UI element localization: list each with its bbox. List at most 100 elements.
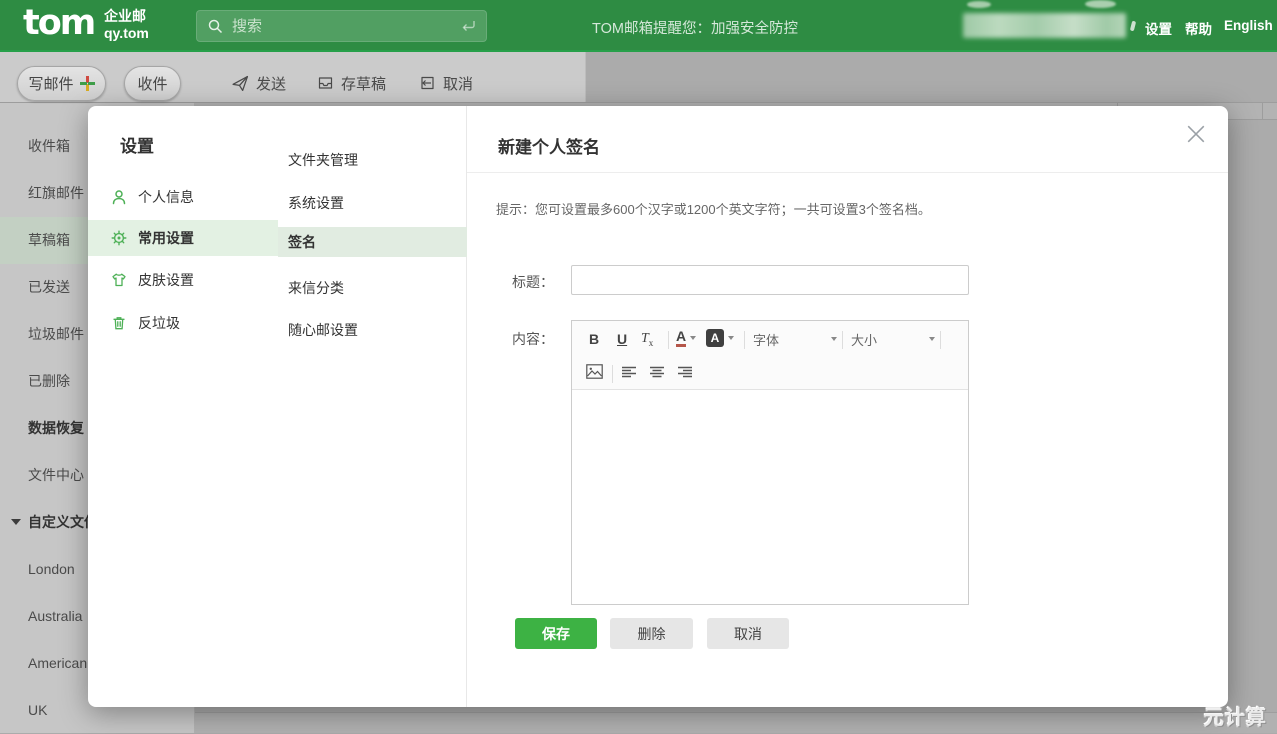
menu-item-personal-info[interactable]: 个人信息 (88, 179, 278, 215)
menu-label: 反垃圾 (138, 313, 180, 333)
tom-logo[interactable]: tom (23, 3, 94, 43)
font-size-value: 大小 (851, 330, 877, 349)
title-field-label: 标题： (512, 272, 572, 292)
align-center-button[interactable] (650, 366, 664, 384)
redaction-artifact (967, 1, 991, 8)
trash-icon (111, 315, 127, 331)
topbar: tom 企业邮 qy.tom TOM邮箱提醒您：加强安全防控 设置 帮助 Eng… (0, 0, 1277, 52)
collapse-triangle-icon (11, 519, 21, 525)
send-label: 发送 (256, 73, 286, 94)
dialog-title: 新建个人签名 (498, 133, 600, 158)
paper-plane-icon (231, 75, 249, 92)
topbar-language-link[interactable]: English (1224, 18, 1273, 33)
account-redacted (963, 13, 1126, 38)
image-icon (586, 364, 603, 379)
clear-format-button[interactable]: Tx (641, 329, 653, 353)
submenu-item-suixin-mail[interactable]: 随心邮设置 (278, 315, 467, 345)
font-family-dropdown[interactable]: 字体 (753, 329, 837, 349)
toolbar-separator (668, 331, 669, 349)
align-left-icon (622, 366, 636, 379)
search-input[interactable] (232, 18, 460, 35)
submenu-item-signature[interactable]: 签名 (278, 227, 467, 257)
bold-button[interactable]: B (589, 329, 599, 349)
send-button[interactable]: 发送 (231, 68, 286, 98)
redaction-artifact (1085, 0, 1116, 8)
title-divider (467, 172, 1228, 173)
brand-text: 企业邮 qy.tom (104, 8, 149, 42)
cancel-compose-button[interactable]: 取消 (419, 68, 473, 98)
topbar-help-link[interactable]: 帮助 (1185, 18, 1212, 38)
underline-button[interactable]: U (617, 329, 627, 349)
notice-text: TOM邮箱提醒您：加强安全防控 (592, 17, 798, 38)
chevron-down-icon (831, 337, 837, 341)
submenu-item-system-settings[interactable]: 系统设置 (278, 188, 467, 218)
menu-item-anti-spam[interactable]: 反垃圾 (88, 305, 278, 341)
menu-item-general-settings[interactable]: 常用设置 (88, 220, 278, 256)
screen: tom 企业邮 qy.tom TOM邮箱提醒您：加强安全防控 设置 帮助 Eng… (0, 0, 1277, 733)
font-color-letter: A (676, 329, 686, 347)
compose-button[interactable]: 写邮件 (17, 66, 106, 101)
content-field-label: 内容： (512, 329, 572, 349)
settings-title: 设置 (120, 132, 154, 157)
save-draft-label: 存草稿 (341, 73, 386, 94)
search-box[interactable] (196, 10, 487, 42)
chevron-down-icon (929, 337, 935, 341)
font-family-value: 字体 (753, 330, 779, 349)
watermark: 元计算 (1204, 701, 1267, 730)
topbar-settings-link[interactable]: 设置 (1145, 18, 1172, 38)
align-center-icon (650, 366, 664, 379)
receive-label: 收件 (137, 73, 167, 94)
signature-panel: 新建个人签名 提示：您可设置最多600个汉字或1200个英文字符；一共可设置3个… (467, 106, 1228, 707)
search-icon (207, 18, 223, 34)
toolbar-separator (842, 331, 843, 349)
submenu-item-mail-sorting[interactable]: 来信分类 (278, 273, 467, 303)
submenu-item-folder-management[interactable]: 文件夹管理 (278, 145, 467, 175)
toolbar-separator (612, 365, 613, 383)
rich-text-editor: B U Tx A A 字体 大小 (571, 320, 969, 605)
menu-label: 常用设置 (138, 228, 194, 248)
highlight-color-letter: A (706, 329, 724, 347)
settings-submenu-column: 文件夹管理 系统设置 签名 来信分类 随心邮设置 (278, 106, 467, 707)
save-draft-button[interactable]: 存草稿 (317, 68, 386, 98)
cancel-compose-label: 取消 (443, 73, 473, 94)
menu-label: 个人信息 (138, 187, 194, 207)
save-button[interactable]: 保存 (515, 618, 597, 649)
gear-icon (111, 230, 127, 246)
close-button[interactable] (1186, 124, 1206, 144)
shirt-icon (111, 272, 127, 288)
plus-icon (80, 76, 95, 91)
enter-icon (460, 19, 476, 33)
cancel-button[interactable]: 取消 (707, 618, 789, 649)
align-right-icon (678, 366, 692, 379)
chevron-down-icon (728, 336, 734, 340)
signature-title-input[interactable] (571, 265, 969, 295)
insert-image-button[interactable] (586, 364, 603, 384)
font-size-dropdown[interactable]: 大小 (851, 329, 935, 349)
receive-button[interactable]: 收件 (124, 66, 181, 101)
clear-format-t: T (641, 331, 649, 346)
brand-line2: qy.tom (104, 25, 149, 42)
chevron-down-icon (690, 336, 696, 340)
settings-menu-column: 设置 个人信息 常用设置 皮肤设置 反垃圾 (88, 106, 278, 707)
align-left-button[interactable] (622, 366, 636, 384)
menu-item-skin-settings[interactable]: 皮肤设置 (88, 262, 278, 298)
hint-text: 提示：您可设置最多600个汉字或1200个英文字符；一共可设置3个签名档。 (496, 199, 931, 218)
toolbar-separator (940, 331, 941, 349)
clear-format-x: x (649, 338, 654, 348)
mail-toolbar-right (585, 52, 1277, 102)
settings-modal: 设置 个人信息 常用设置 皮肤设置 反垃圾 文件夹管理 系统设置 签名 来信分类 (88, 106, 1228, 707)
toolbar-divider (0, 102, 1277, 103)
font-color-button[interactable]: A (676, 329, 696, 347)
user-icon (111, 189, 127, 205)
close-icon (1186, 124, 1206, 144)
toolbar-separator (744, 331, 745, 349)
signature-content-area[interactable] (572, 390, 968, 604)
back-arrow-box-icon (419, 75, 436, 91)
redaction-artifact (1130, 21, 1136, 32)
brand-line1: 企业邮 (104, 8, 149, 25)
editor-toolbar: B U Tx A A 字体 大小 (572, 321, 968, 390)
highlight-color-button[interactable]: A (706, 329, 734, 347)
align-right-button[interactable] (678, 366, 692, 384)
compose-label: 写邮件 (28, 73, 73, 94)
delete-button[interactable]: 删除 (610, 618, 693, 649)
